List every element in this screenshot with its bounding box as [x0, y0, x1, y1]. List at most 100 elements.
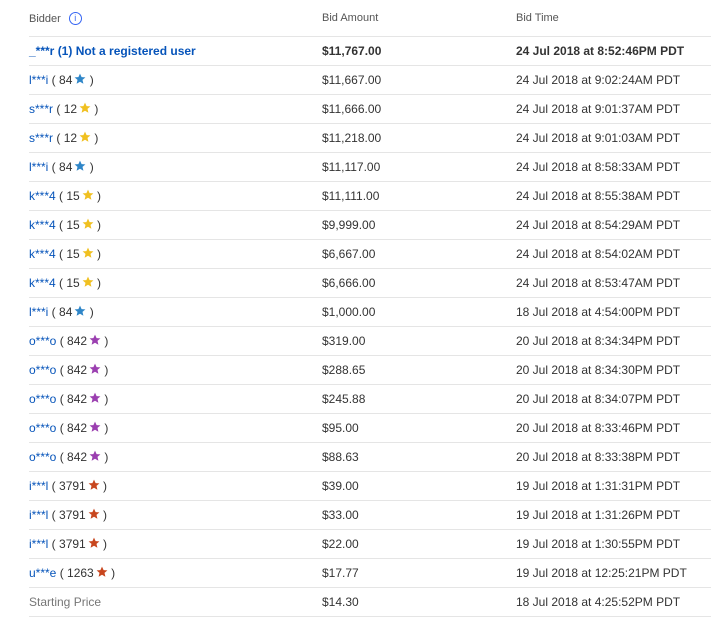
- table-row: i***l ( 3791 ) $22.00 19 Jul 2018 at 1:30:…: [29, 530, 711, 559]
- bidder-name[interactable]: l***i: [29, 305, 48, 319]
- blue-star-icon: [74, 73, 86, 84]
- blue-star-icon: [74, 305, 86, 316]
- table-row: o***o ( 842 ) $288.65 20 Jul 2018 at 8:34:…: [29, 356, 711, 385]
- bid-amount: $22.00: [322, 537, 359, 551]
- bid-rows: _***r (1) Not a registered user $11,767.…: [29, 37, 711, 617]
- feedback-score-value: 84: [59, 73, 73, 87]
- top-bidder[interactable]: _***r (1) Not a registered user: [29, 44, 196, 58]
- bid-time: 19 Jul 2018 at 1:31:26PM PDT: [516, 508, 681, 522]
- feedback-close-paren: ): [101, 450, 109, 464]
- bid-amount: $319.00: [322, 334, 366, 348]
- bid-amount: $6,666.00: [322, 276, 376, 290]
- feedback-score[interactable]: ( 3791 ): [48, 479, 107, 493]
- feedback-close-paren: ): [91, 131, 99, 145]
- bid-amount: $88.63: [322, 450, 359, 464]
- red-star-icon: [88, 479, 100, 490]
- feedback-open-paren: (: [56, 392, 68, 406]
- yellow-star-icon: [82, 218, 94, 229]
- feedback-score[interactable]: ( 842 ): [56, 363, 109, 377]
- bidder-name[interactable]: k***4: [29, 247, 56, 261]
- blue-star-icon: [74, 160, 86, 171]
- bid-time: 24 Jul 2018 at 8:55:38AM PDT: [516, 189, 681, 203]
- feedback-score[interactable]: ( 3791 ): [48, 537, 107, 551]
- feedback-close-paren: ): [86, 160, 94, 174]
- feedback-score[interactable]: ( 84 ): [48, 73, 94, 87]
- feedback-score[interactable]: ( 15 ): [56, 189, 101, 203]
- feedback-score[interactable]: ( 12 ): [53, 131, 98, 145]
- yellow-star-icon: [82, 189, 94, 200]
- bidder-name[interactable]: l***i: [29, 160, 48, 174]
- bidder-name[interactable]: o***o: [29, 363, 56, 377]
- feedback-score-value: 842: [67, 421, 88, 435]
- feedback-score-value: 842: [67, 363, 88, 377]
- feedback-score-value: 3791: [59, 508, 86, 522]
- feedback-score-value: 15: [66, 276, 80, 290]
- feedback-score[interactable]: ( 3791 ): [48, 508, 107, 522]
- bidder-name[interactable]: k***4: [29, 189, 56, 203]
- feedback-score[interactable]: ( 1263 ): [56, 566, 115, 580]
- feedback-close-paren: ): [93, 276, 102, 290]
- bidder-name[interactable]: o***o: [29, 450, 56, 464]
- bidder-name[interactable]: s***r: [29, 102, 53, 116]
- feedback-score[interactable]: ( 842 ): [56, 334, 109, 348]
- feedback-score[interactable]: ( 84 ): [48, 160, 94, 174]
- feedback-open-paren: (: [48, 479, 60, 493]
- bidder-name[interactable]: i***l: [29, 479, 48, 493]
- bid-amount: $6,667.00: [322, 247, 376, 261]
- starting-price-time: 18 Jul 2018 at 4:25:52PM PDT: [516, 595, 681, 609]
- bidder-name[interactable]: k***4: [29, 276, 56, 290]
- bid-time: 19 Jul 2018 at 1:30:55PM PDT: [516, 537, 681, 551]
- feedback-score-value: 842: [67, 334, 88, 348]
- feedback-score[interactable]: ( 842 ): [56, 392, 109, 406]
- feedback-open-paren: (: [53, 102, 64, 116]
- bidder-name[interactable]: o***o: [29, 392, 56, 406]
- bidder-cell: o***o ( 842 ): [29, 392, 108, 406]
- feedback-score-value: 1263: [67, 566, 94, 580]
- bid-list: l***i ( 84 ) $11,667.00 24 Jul 2018 at 9:0…: [29, 66, 711, 588]
- bidder-cell: s***r ( 12 ): [29, 102, 98, 116]
- feedback-close-paren: ): [86, 73, 94, 87]
- bidder-name[interactable]: i***l: [29, 537, 48, 551]
- feedback-open-paren: (: [56, 421, 68, 435]
- bid-amount: $33.00: [322, 508, 359, 522]
- feedback-score[interactable]: ( 15 ): [56, 276, 101, 290]
- table-row: o***o ( 842 ) $245.88 20 Jul 2018 at 8:34:…: [29, 385, 711, 414]
- bidder-cell: o***o ( 842 ): [29, 421, 108, 435]
- info-icon[interactable]: i: [68, 12, 82, 25]
- bid-time: 18 Jul 2018 at 4:54:00PM PDT: [516, 305, 681, 319]
- yellow-star-icon: [82, 247, 94, 258]
- feedback-score[interactable]: ( 15 ): [56, 218, 101, 232]
- feedback-close-paren: ): [99, 537, 108, 551]
- feedback-close-paren: ): [86, 305, 94, 319]
- yellow-star-icon: [79, 131, 91, 142]
- feedback-score[interactable]: ( 84 ): [48, 305, 94, 319]
- feedback-score-value: 15: [66, 189, 80, 203]
- feedback-score[interactable]: ( 842 ): [56, 450, 109, 464]
- table-row: k***4 ( 15 ) $6,666.00 24 Jul 2018 at 8:53…: [29, 269, 711, 298]
- bidder-name[interactable]: o***o: [29, 421, 56, 435]
- bidder-name[interactable]: i***l: [29, 508, 48, 522]
- bidder-cell: o***o ( 842 ): [29, 450, 108, 464]
- bid-amount: $39.00: [322, 479, 359, 493]
- bid-time: 24 Jul 2018 at 8:54:02AM PDT: [516, 247, 681, 261]
- bidder-cell: i***l ( 3791 ): [29, 479, 107, 493]
- bidder-name[interactable]: s***r: [29, 131, 53, 145]
- bidder-name[interactable]: k***4: [29, 218, 56, 232]
- bid-amount: $1,000.00: [322, 305, 376, 319]
- header-bidder-label: Bidder: [29, 12, 61, 25]
- feedback-score[interactable]: ( 12 ): [53, 102, 98, 116]
- feedback-open-paren: (: [56, 566, 68, 580]
- bid-amount: $245.88: [322, 392, 366, 406]
- bidder-cell: i***l ( 3791 ): [29, 537, 107, 551]
- feedback-score[interactable]: ( 15 ): [56, 247, 101, 261]
- bidder-name[interactable]: o***o: [29, 334, 56, 348]
- bidder-name[interactable]: l***i: [29, 73, 48, 87]
- feedback-score[interactable]: ( 842 ): [56, 421, 109, 435]
- table-row: i***l ( 3791 ) $33.00 19 Jul 2018 at 1:31:…: [29, 501, 711, 530]
- table-row: k***4 ( 15 ) $6,667.00 24 Jul 2018 at 8:54…: [29, 240, 711, 269]
- bidder-name[interactable]: u***e: [29, 566, 56, 580]
- bid-amount: $11,117.00: [322, 160, 381, 174]
- feedback-open-paren: (: [56, 363, 68, 377]
- bid-amount: $95.00: [322, 421, 359, 435]
- bidder-cell: i***l ( 3791 ): [29, 508, 107, 522]
